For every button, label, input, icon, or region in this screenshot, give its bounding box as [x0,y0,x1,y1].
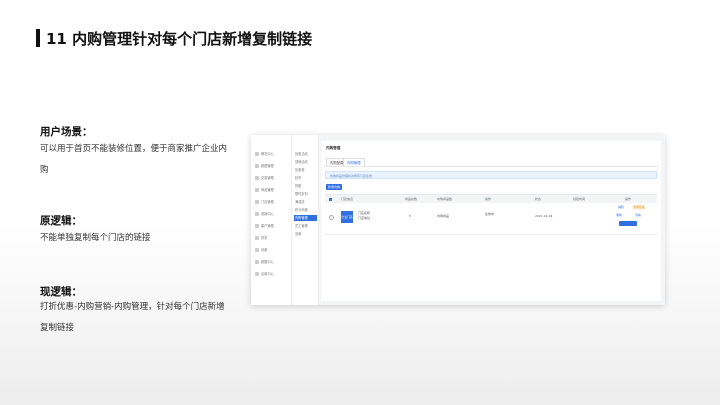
table-header-cell: 操作 [485,197,492,201]
nav-icon [255,224,259,228]
nav-icon [255,200,259,204]
secondary-nav-item[interactable]: 拼团 [294,183,317,189]
secondary-nav-item[interactable]: 优惠券 [294,167,317,173]
panel-heading: 内购管理 [326,146,341,150]
table-header-cell: 状态 [535,197,542,201]
primary-nav-item[interactable]: 客户管理 [255,223,274,229]
page-title: 11 内购管理针对每个门店新增复制链接 [46,30,313,48]
nav-icon [255,176,259,180]
secondary-nav-item[interactable]: 营销活动 [294,159,317,165]
primary-nav-item[interactable]: 门店管理 [255,199,274,205]
row-status: 生效中 [485,212,495,216]
table-header-cell: 门店信息 [341,197,354,201]
section-text-new-logic: 打折优惠-内购营销-内购管理，针对每个门店新增复制链接 [40,302,225,333]
view-link[interactable]: 查看 [632,213,644,218]
edit-link[interactable]: 编辑 [615,205,627,210]
secondary-nav-item[interactable]: 满减送 [294,199,317,205]
section-text-scenario: 可以用于首页不能装修位置，便于商家推广企业内购 [40,144,228,175]
goods-type: 内购商品 [437,214,450,218]
delete-link[interactable]: 删除 [613,213,625,218]
secondary-nav-item-active[interactable]: 内购管理 [294,215,317,221]
nav-icon [255,152,259,156]
select-all-checkbox[interactable] [329,198,332,201]
content-panel: 内购管理 内购配置 内购管理 内购商品管理将对所有门店生效 新增内购 门店信息 … [321,141,661,301]
primary-nav-item[interactable]: 概况中心 [255,151,274,157]
title-accent-bar [36,29,40,47]
section-text-old-logic: 不能单独复制每个门店的链接 [40,233,151,243]
primary-nav-item[interactable]: 营销中心 [255,211,274,217]
secondary-nav-item[interactable]: 员工管理 [294,223,317,229]
notice-banner: 内购商品管理将对所有门店生效 [325,171,657,179]
table-header-cell: 内购商品数 [437,197,453,201]
add-button[interactable]: 新增内购 [326,184,342,190]
tab-divider [325,166,657,167]
section-heading-scenario: 用户场景： [40,126,93,138]
primary-nav-item[interactable]: 应用中心 [255,271,274,277]
table-row: 企业门店 门店名称 门店地址 5 内购商品 生效中 2021-01-04 编辑 … [325,203,657,235]
nav-icon [255,248,259,252]
store-name: 门店名称 [358,211,371,215]
secondary-nav-item[interactable]: 限时折扣 [294,191,317,197]
store-thumbnail: 企业门店 [341,211,353,223]
secondary-nav-item[interactable]: 优惠活动 [294,151,317,157]
table-header-cell: 创建时间 [573,197,586,201]
admin-screenshot: 概况中心 数据管理 交易管理 商品管理 门店管理 营销中心 客户管理 财务 设置… [251,135,665,305]
secondary-nav-item[interactable]: 积分商城 [294,207,317,213]
nav-icon [255,212,259,216]
primary-nav-item[interactable]: 交易管理 [255,175,274,181]
primary-nav-item[interactable]: 数据中心 [255,259,274,265]
secondary-nav-item[interactable]: 秒杀 [294,175,317,181]
primary-nav-item[interactable]: 数据管理 [255,163,274,169]
goods-count: 5 [409,214,411,218]
table-header: 门店信息 商品总数 内购商品数 操作 状态 创建时间 操作 [325,194,657,203]
primary-action-button[interactable] [619,221,637,226]
primary-nav-item[interactable]: 财务 [255,235,267,241]
secondary-nav: 优惠活动 营销活动 优惠券 秒杀 拼团 限时折扣 满减送 积分商城 内购管理 员… [292,135,319,305]
secondary-nav-item[interactable]: 设置 [294,231,317,237]
copy-link-button[interactable]: 复制链接 [632,205,646,210]
primary-nav-item[interactable]: 设置 [255,247,267,253]
primary-nav-item[interactable]: 商品管理 [255,187,274,193]
table-header-cell: 操作 [625,197,632,201]
store-address: 门店地址 [358,216,371,220]
row-radio[interactable] [329,215,334,220]
nav-icon [255,272,259,276]
row-time: 2021-01-04 [535,214,553,218]
nav-icon [255,164,259,168]
primary-nav: 概况中心 数据管理 交易管理 商品管理 门店管理 营销中心 客户管理 财务 设置… [251,135,292,305]
table-header-cell: 商品总数 [405,197,418,201]
nav-icon [255,188,259,192]
nav-icon [255,260,259,264]
section-heading-old-logic: 原逻辑： [40,215,82,227]
nav-icon [255,236,259,240]
